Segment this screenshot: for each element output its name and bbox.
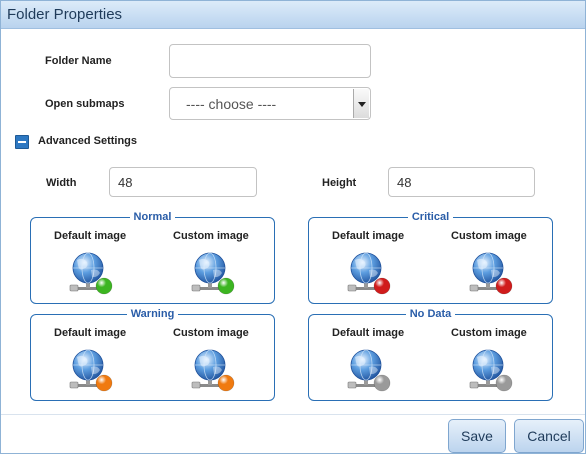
open-submaps-label: Open submaps [45,98,125,110]
network-globe-icon[interactable] [191,348,237,394]
width-label: Width [46,177,77,189]
advanced-settings-label: Advanced Settings [38,135,138,147]
group-critical: Critical Default image Custom image [308,211,553,304]
network-globe-icon[interactable] [469,348,515,394]
group-title: No Data [405,308,456,320]
collapse-minus-icon[interactable] [15,135,29,149]
group-title: Critical [407,211,454,223]
width-input[interactable] [109,167,257,197]
network-globe-icon[interactable] [191,251,237,297]
custom-image-label: Custom image [451,230,527,242]
custom-image-label: Custom image [173,327,249,339]
save-button[interactable]: Save [448,419,506,453]
network-globe-icon[interactable] [347,348,393,394]
group-normal: Normal Default image Custom image [30,211,275,304]
dropdown-arrow-icon[interactable] [353,89,369,118]
network-globe-icon[interactable] [69,348,115,394]
open-submaps-selected-value: ---- choose ---- [186,96,277,112]
default-image-label: Default image [332,327,405,339]
network-globe-icon[interactable] [469,251,515,297]
custom-image-label: Custom image [173,230,249,242]
height-label: Height [322,177,357,189]
folder-name-label: Folder Name [45,55,112,67]
dialog-title: Folder Properties [7,6,123,23]
group-title: Normal [129,211,176,223]
group-title: Warning [126,308,179,320]
folder-name-input[interactable] [169,44,371,78]
group-no-data: No Data Default image Custom image [308,308,553,401]
default-image-label: Default image [54,327,127,339]
network-globe-icon[interactable] [347,251,393,297]
custom-image-label: Custom image [451,327,527,339]
network-globe-icon[interactable] [69,251,115,297]
folder-properties-dialog: Folder Properties Folder Name Open subma… [0,0,586,454]
group-warning: Warning Default image Custom image [30,308,275,401]
default-image-label: Default image [54,230,127,242]
cancel-button[interactable]: Cancel [514,419,584,453]
open-submaps-select[interactable]: ---- choose ---- [169,87,371,120]
dialog-titlebar[interactable]: Folder Properties [1,1,585,29]
height-input[interactable] [388,167,535,197]
default-image-label: Default image [332,230,405,242]
